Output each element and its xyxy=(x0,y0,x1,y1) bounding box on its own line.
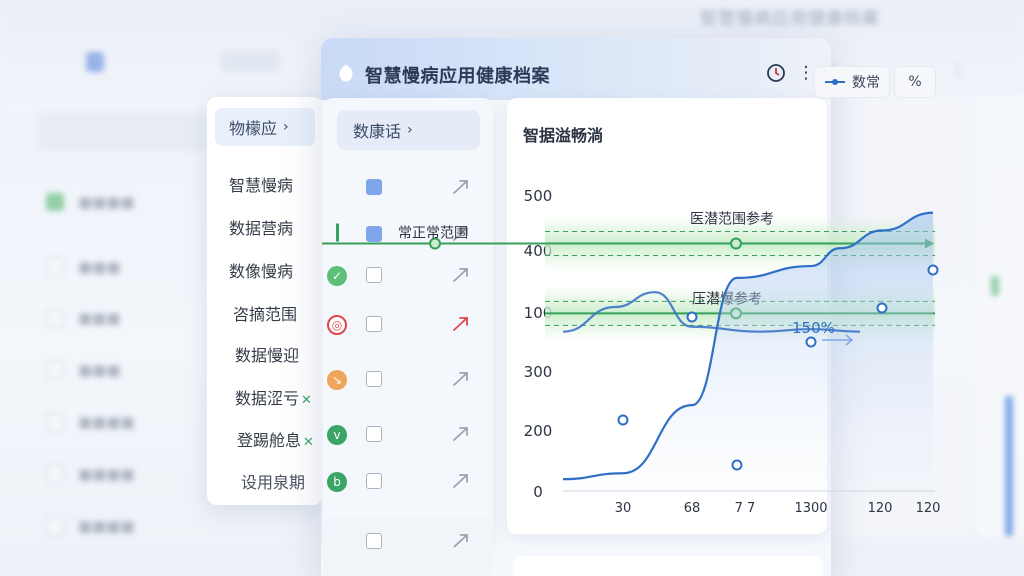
menu-item-label: 数像慢病 xyxy=(229,262,294,281)
menu-item[interactable]: 登踢舱息 ✕ xyxy=(237,430,314,452)
trend-arrow-icon[interactable] xyxy=(450,223,472,245)
menu-item-label: 智慧慢病 xyxy=(229,176,294,195)
row-checkbox[interactable] xyxy=(366,533,382,549)
list-item[interactable]: ↘ xyxy=(322,366,492,394)
lower-card xyxy=(513,556,823,576)
row-checkbox[interactable] xyxy=(366,226,382,242)
background-more-icon-2: ⋮ xyxy=(950,60,966,79)
chart-title: 智据溢畅淌 xyxy=(523,126,604,145)
menu-item-label: 数据涩亏 xyxy=(235,389,300,408)
list-item[interactable]: b xyxy=(322,468,492,496)
row-checkbox[interactable] xyxy=(366,426,382,442)
menu-item-label: 咨摘范围 xyxy=(233,305,298,324)
app-logo-icon xyxy=(339,64,353,82)
menu-item[interactable]: 智慧慢病 xyxy=(229,175,293,197)
arrow-badge-icon: ↘ xyxy=(327,370,347,390)
legend-series-button[interactable]: 数常 xyxy=(814,66,890,98)
chevron-right-icon: › xyxy=(407,122,413,138)
row-checkbox[interactable] xyxy=(366,316,382,332)
background-tab xyxy=(220,50,280,72)
row-checkbox[interactable] xyxy=(366,179,382,195)
close-icon: ✕ xyxy=(301,393,312,408)
check-circle-icon: ✓ xyxy=(327,266,347,286)
list-panel-header[interactable]: 数康话 › xyxy=(337,110,480,150)
dropdown-menu-header[interactable]: 物檬应 › xyxy=(215,108,315,146)
menu-item[interactable]: 咨摘范围 xyxy=(233,304,297,326)
background-logo-icon xyxy=(86,52,104,72)
background-sidebar-row: ■■■■ xyxy=(46,410,135,434)
trend-arrow-icon[interactable] xyxy=(450,176,472,198)
background-sidebar-row: ■■■ xyxy=(46,306,121,330)
background-bar xyxy=(1005,396,1013,536)
chart-card: 智据溢畅淌 xyxy=(507,98,827,534)
background-sidebar-row: ■■■■ xyxy=(46,514,135,538)
list-item[interactable] xyxy=(322,174,492,202)
b-badge-icon: b xyxy=(327,472,347,492)
menu-item[interactable]: 数据慢迎 xyxy=(235,345,299,367)
menu-item-label: 数据营病 xyxy=(229,219,294,238)
percent-icon: % xyxy=(908,74,922,90)
trend-arrow-icon[interactable] xyxy=(450,530,472,552)
timer-icon[interactable] xyxy=(765,62,787,84)
background-sidebar-row: ■■■ xyxy=(46,358,121,382)
list-item[interactable]: ◎ xyxy=(322,311,492,339)
background-title: 智慧慢病应用健康档案 xyxy=(700,9,880,29)
list-item[interactable]: v xyxy=(322,421,492,449)
list-item[interactable] xyxy=(322,528,492,556)
background-sidebar-row: ■■■■ xyxy=(46,462,135,486)
background-card xyxy=(830,96,970,536)
menu-item-label: 数据慢迎 xyxy=(235,346,300,365)
background-card-right xyxy=(975,96,1024,536)
dropdown-menu-header-label: 物檬应 xyxy=(229,119,278,138)
trend-arrow-icon[interactable] xyxy=(450,470,472,492)
row-checkbox[interactable] xyxy=(366,371,382,387)
menu-footer[interactable]: 设用泉期 xyxy=(241,469,305,493)
background-sidebar-row: ■■■ xyxy=(46,255,121,279)
trend-arrow-icon[interactable] xyxy=(450,313,472,335)
menu-item[interactable]: 数据营病 xyxy=(229,218,293,240)
list-item[interactable] xyxy=(322,221,492,249)
trend-arrow-icon[interactable] xyxy=(450,368,472,390)
background-sidebar: ■■■■ ■■■ ■■■ ■■■ ■■■■ ■■■■ ■■■■ xyxy=(30,110,210,576)
window-title: 智慧慢病应用健康档案 xyxy=(365,66,550,87)
percent-toggle-button[interactable]: % xyxy=(894,66,936,98)
series-line-icon xyxy=(825,79,845,85)
list-panel-header-label: 数康话 xyxy=(353,122,402,141)
window-header: 智慧慢病应用健康档案 ⋮ xyxy=(321,38,831,100)
background-sidebar-row: ■■■■ xyxy=(46,190,135,214)
row-checkbox[interactable] xyxy=(366,473,382,489)
lifebuoy-icon: ◎ xyxy=(327,315,347,335)
row-checkbox[interactable] xyxy=(366,267,382,283)
dropdown-menu: 物檬应 › 智慧慢病 数据营病 数像慢病 咨摘范围 数据慢迎 数据涩亏 ✕ 登踢舱… xyxy=(207,97,323,505)
trend-arrow-icon[interactable] xyxy=(450,264,472,286)
menu-item[interactable]: 数像慢病 xyxy=(229,261,293,283)
menu-item[interactable]: 数据涩亏 ✕ xyxy=(235,388,312,410)
chevron-right-icon: › xyxy=(283,119,289,135)
legend-series-label: 数常 xyxy=(852,75,880,91)
v-badge-icon: v xyxy=(327,425,347,445)
background-bar xyxy=(991,276,999,296)
menu-item-label: 登踢舱息 xyxy=(237,431,302,450)
close-icon: ✕ xyxy=(303,435,314,450)
list-item[interactable]: ✓ xyxy=(322,262,492,290)
trend-arrow-icon[interactable] xyxy=(450,423,472,445)
